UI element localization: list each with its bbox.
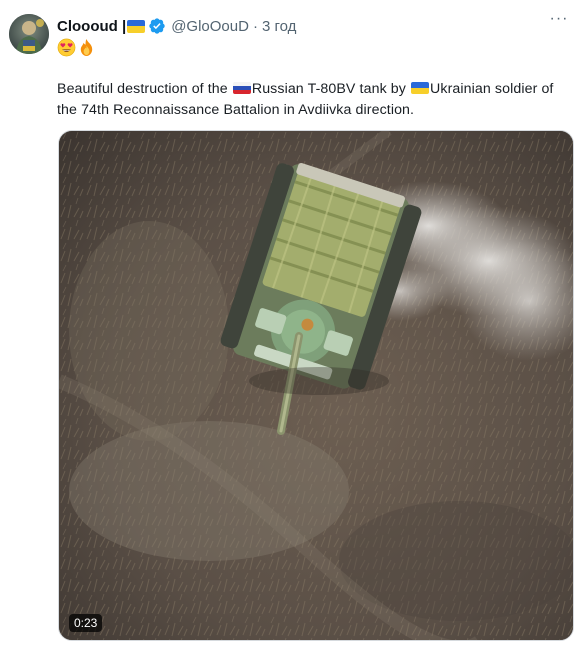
- tweet-text: Beautiful destruction of the Russian T-8…: [57, 79, 572, 121]
- video-player[interactable]: 0:23: [58, 130, 574, 641]
- tweet-header: Cloooud | @GloOouD · 3 год ···: [9, 11, 573, 68]
- video-duration-badge: 0:23: [69, 614, 103, 632]
- tweet-text-part: Russian T-80BV tank by: [251, 81, 411, 97]
- tweet-text-part: Beautiful destruction of the: [57, 81, 232, 97]
- avatar-image: [9, 14, 49, 54]
- author-display-name[interactable]: Cloooud |: [57, 18, 126, 35]
- author-handle[interactable]: @GloOouD: [171, 18, 249, 35]
- video-frame-image: [59, 131, 573, 640]
- fire-emoji: [80, 38, 93, 57]
- tweet-timestamp[interactable]: 3 год: [262, 18, 296, 35]
- ukraine-flag-icon: [411, 82, 430, 95]
- verified-badge-icon: [149, 18, 165, 34]
- avatar[interactable]: [9, 14, 49, 54]
- russia-flag-icon: [232, 82, 251, 95]
- ukraine-flag-icon: [127, 19, 146, 33]
- author-emojis: [57, 38, 96, 57]
- more-options-button[interactable]: ···: [547, 11, 571, 34]
- separator-dot: ·: [252, 17, 258, 35]
- tweet-card[interactable]: Cloooud | @GloOouD · 3 год ··· Beautiful…: [0, 0, 583, 652]
- heart-eyes-emoji: [57, 38, 76, 57]
- author-line: Cloooud | @GloOouD · 3 год: [57, 16, 296, 36]
